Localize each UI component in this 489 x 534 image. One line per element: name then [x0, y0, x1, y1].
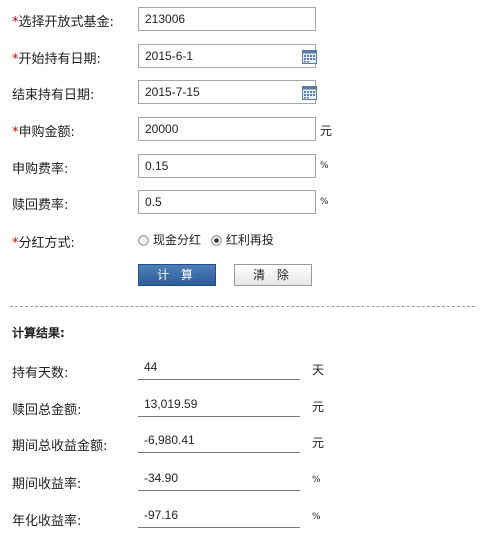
- dividend-option-cash[interactable]: 现金分红: [138, 231, 201, 248]
- dividend-option-reinvest[interactable]: 红利再投: [211, 231, 274, 248]
- calculate-button[interactable]: 计 算: [138, 264, 216, 286]
- result-unit: 元: [312, 400, 325, 414]
- calendar-icon[interactable]: [302, 49, 317, 64]
- end-date-row: 结束持有日期:: [0, 80, 489, 106]
- purchase-fee-label: 申购费率:: [12, 162, 69, 177]
- result-value: -6,980.41: [138, 429, 300, 453]
- result-label: 年化收益率:: [12, 514, 82, 529]
- result-row-annual-yield: 年化收益率: -97.16 %: [0, 504, 489, 530]
- divider: [10, 306, 475, 307]
- result-label: 期间收益率:: [12, 477, 82, 492]
- results-title: 计算结果:: [12, 326, 65, 340]
- result-row-holding-days: 持有天数: 44 天: [0, 356, 489, 382]
- result-value: 13,019.59: [138, 393, 300, 417]
- dividend-row: *分红方式: 现金分红 红利再投: [0, 228, 489, 254]
- radio-icon[interactable]: [138, 235, 149, 246]
- redeem-fee-label: 赎回费率:: [12, 198, 69, 213]
- radio-icon[interactable]: [211, 235, 222, 246]
- purchase-amount-input[interactable]: [138, 117, 316, 141]
- button-row: 计 算 清 除: [0, 264, 489, 290]
- purchase-amount-row: *申购金额: 元: [0, 117, 489, 143]
- result-unit: %: [312, 512, 321, 522]
- result-unit: 元: [312, 436, 325, 450]
- purchase-fee-input[interactable]: [138, 154, 316, 178]
- start-date-row: *开始持有日期:: [0, 44, 489, 70]
- redeem-fee-unit: %: [320, 197, 329, 207]
- start-date-label: *开始持有日期:: [12, 52, 101, 67]
- result-row-total-profit: 期间总收益金额: -6,980.41 元: [0, 429, 489, 455]
- redeem-fee-row: 赎回费率: %: [0, 190, 489, 216]
- result-unit: %: [312, 475, 321, 485]
- dividend-option-cash-label: 现金分红: [153, 233, 202, 247]
- dividend-radio-group: 现金分红 红利再投: [138, 231, 280, 248]
- result-value: -34.90: [138, 467, 300, 491]
- result-label: 赎回总金额:: [12, 403, 82, 418]
- result-label: 期间总收益金额:: [12, 439, 108, 454]
- clear-button[interactable]: 清 除: [234, 264, 312, 286]
- dividend-label: *分红方式:: [12, 236, 75, 251]
- start-date-input[interactable]: [138, 44, 316, 68]
- fund-label: *选择开放式基金:: [12, 15, 114, 30]
- result-value: -97.16: [138, 504, 300, 528]
- calendar-icon[interactable]: [302, 85, 317, 100]
- fund-row: *选择开放式基金:: [0, 7, 489, 33]
- result-value: 44: [138, 356, 300, 380]
- fund-input[interactable]: [138, 7, 316, 31]
- purchase-fee-row: 申购费率: %: [0, 154, 489, 180]
- end-date-label: 结束持有日期:: [12, 88, 95, 103]
- result-row-period-yield: 期间收益率: -34.90 %: [0, 467, 489, 493]
- result-label: 持有天数:: [12, 366, 69, 381]
- purchase-fee-unit: %: [320, 161, 329, 171]
- purchase-amount-unit: 元: [320, 124, 333, 138]
- purchase-amount-label: *申购金额:: [12, 125, 75, 140]
- dividend-option-reinvest-label: 红利再投: [225, 233, 274, 247]
- end-date-input[interactable]: [138, 80, 316, 104]
- redeem-fee-input[interactable]: [138, 190, 316, 214]
- result-row-redeem-total: 赎回总金额: 13,019.59 元: [0, 393, 489, 419]
- result-unit: 天: [312, 363, 325, 377]
